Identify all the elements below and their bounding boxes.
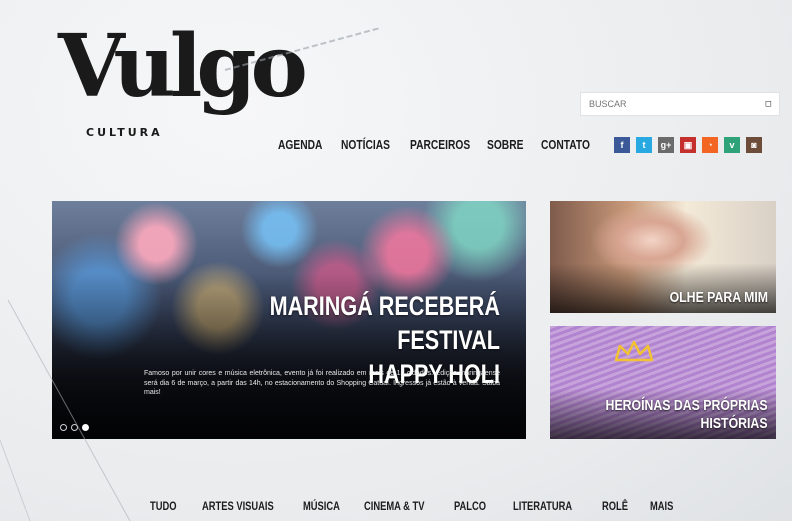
site-logo[interactable]: Vulgo CULTURA	[58, 24, 308, 150]
category-literatura[interactable]: LITERATURA	[513, 499, 572, 513]
card-title-line1: OLHE PARA MIM	[669, 289, 768, 306]
twitter-icon[interactable]: t	[636, 137, 652, 153]
instagram-icon[interactable]: ◙	[746, 137, 762, 153]
slider-dot-2[interactable]	[71, 424, 78, 431]
category-palco[interactable]: PALCO	[454, 499, 486, 513]
googleplus-icon[interactable]: g+	[658, 137, 674, 153]
hero-slider[interactable]: MARINGÁ RECEBERÁ FESTIVAL HAPPY HOLI Fam…	[52, 201, 526, 439]
card-title: HEROÍNAS DAS PRÓPRIAS HISTÓRIAS	[606, 397, 768, 433]
category-mais[interactable]: MAIS	[650, 499, 673, 513]
category-cinema-tv[interactable]: CINEMA & TV	[364, 499, 424, 513]
nav-item-noticias[interactable]: NOTÍCIAS	[341, 138, 390, 152]
card-title-line1: HEROÍNAS DAS PRÓPRIAS	[606, 397, 768, 414]
feature-card-heroinas[interactable]: HEROÍNAS DAS PRÓPRIAS HISTÓRIAS	[550, 326, 776, 439]
slider-dot-3-active[interactable]	[82, 424, 89, 431]
search-button[interactable]: □	[766, 99, 771, 109]
nav-item-parceiros[interactable]: PARCEIROS	[410, 138, 470, 152]
feature-card-olhe-para-mim[interactable]: OLHE PARA MIM	[550, 201, 776, 313]
vimeo-icon[interactable]: v	[724, 137, 740, 153]
category-tudo[interactable]: TUDO	[150, 499, 177, 513]
hero-title-line1: MARINGÁ RECEBERÁ FESTIVAL	[269, 291, 500, 355]
social-links: f t g+ ▣ ◔ v ◙	[614, 137, 762, 153]
nav-item-agenda[interactable]: AGENDA	[278, 138, 322, 152]
nav-item-sobre[interactable]: SOBRE	[487, 138, 523, 152]
youtube-icon[interactable]: ▣	[680, 137, 696, 153]
slider-dots	[60, 424, 89, 431]
search-box: □	[580, 92, 780, 116]
card-title-line2: HISTÓRIAS	[701, 415, 768, 432]
search-input[interactable]	[589, 99, 739, 109]
category-artes-visuais[interactable]: ARTES VISUAIS	[202, 499, 274, 513]
card-title: OLHE PARA MIM	[670, 289, 768, 307]
category-role[interactable]: ROLÊ	[602, 499, 628, 513]
hero-description: Famoso por unir cores e música eletrônic…	[144, 370, 500, 396]
category-musica[interactable]: MÚSICA	[303, 499, 340, 513]
logo-wordmark: Vulgo	[58, 16, 308, 117]
slider-dot-1[interactable]	[60, 424, 67, 431]
logo-subtitle: CULTURA	[86, 126, 163, 139]
crown-icon	[614, 340, 654, 362]
rss-icon[interactable]: ◔	[702, 137, 718, 153]
nav-item-contato[interactable]: CONTATO	[541, 138, 590, 152]
facebook-icon[interactable]: f	[614, 137, 630, 153]
